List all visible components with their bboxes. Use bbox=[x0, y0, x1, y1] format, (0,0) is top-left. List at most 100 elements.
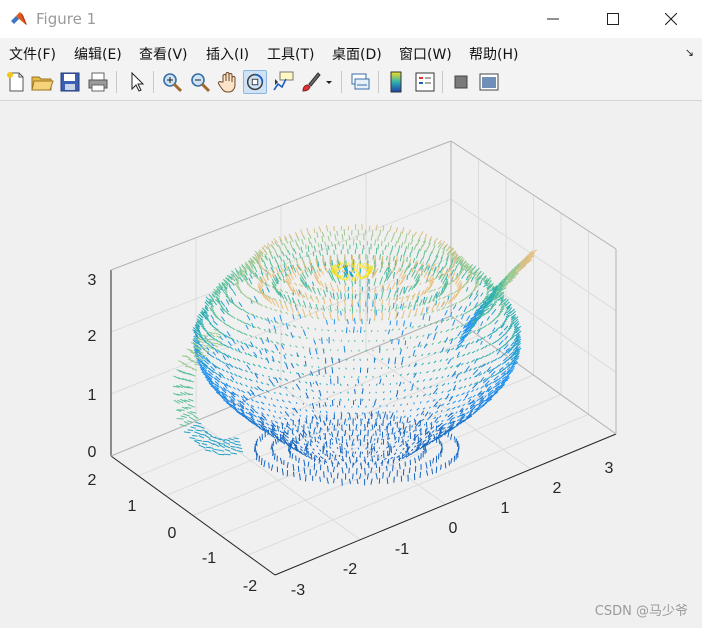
quiver-arrow bbox=[303, 355, 306, 359]
quiver-arrow bbox=[401, 302, 405, 311]
menu-insert[interactable]: 插入(I) bbox=[206, 44, 249, 64]
hide-plot-tools-icon[interactable] bbox=[449, 70, 473, 94]
menu-desktop[interactable]: 桌面(D) bbox=[332, 44, 382, 64]
quiver-arrow bbox=[399, 416, 402, 424]
quiver-arrow bbox=[417, 248, 420, 255]
quiver-arrow bbox=[297, 372, 301, 378]
quiver-arrow bbox=[431, 468, 434, 475]
quiver-arrow bbox=[475, 387, 479, 391]
quiver-arrow bbox=[234, 348, 238, 352]
save-icon[interactable] bbox=[58, 70, 82, 94]
quiver-arrow bbox=[199, 433, 207, 436]
menu-window[interactable]: 窗口(W) bbox=[399, 44, 452, 64]
legend-icon[interactable] bbox=[413, 70, 437, 94]
quiver-arrow bbox=[266, 383, 270, 386]
quiver-arrow bbox=[386, 404, 388, 407]
quiver-arrow bbox=[380, 291, 384, 300]
quiver-arrow bbox=[263, 328, 266, 332]
quiver-arrow bbox=[486, 376, 491, 380]
link-plot-icon[interactable] bbox=[348, 70, 372, 94]
quiver-arrow bbox=[329, 231, 332, 237]
quiver-arrow bbox=[322, 296, 326, 305]
quiver-arrow bbox=[223, 444, 231, 449]
zoom-out-icon[interactable] bbox=[188, 70, 212, 94]
menu-tools[interactable]: 工具(T) bbox=[267, 44, 314, 64]
print-icon[interactable] bbox=[86, 70, 110, 94]
pan-hand-icon[interactable] bbox=[216, 70, 240, 94]
quiver-arrow bbox=[337, 438, 340, 441]
quiver-arrow bbox=[247, 353, 253, 357]
dock-arrow-icon[interactable]: ↘ bbox=[685, 46, 694, 59]
quiver-arrow bbox=[397, 339, 400, 345]
quiver-arrow bbox=[287, 294, 292, 304]
open-file-icon[interactable] bbox=[30, 70, 54, 94]
quiver-arrow bbox=[450, 347, 455, 351]
quiver-arrow bbox=[336, 305, 339, 313]
menu-edit[interactable]: 编辑(E) bbox=[74, 44, 122, 64]
quiver-arrow bbox=[422, 379, 426, 382]
figure-toolbar bbox=[0, 66, 702, 101]
quiver-arrow bbox=[413, 243, 418, 251]
quiver-arrow bbox=[393, 272, 395, 279]
quiver-arrow bbox=[403, 415, 406, 419]
quiver-arrow bbox=[292, 471, 295, 478]
quiver-arrow bbox=[297, 465, 300, 472]
quiver-arrow bbox=[231, 270, 237, 276]
minimize-button[interactable] bbox=[530, 4, 576, 34]
quiver-arrow bbox=[279, 430, 283, 434]
quiver-arrow bbox=[409, 395, 413, 399]
quiver-arrow bbox=[284, 378, 289, 382]
show-plot-tools-icon[interactable] bbox=[477, 70, 501, 94]
quiver-arrow bbox=[380, 240, 383, 247]
quiver-arrow bbox=[263, 395, 267, 399]
quiver-arrow bbox=[437, 404, 441, 410]
brush-icon[interactable] bbox=[299, 70, 323, 94]
toolbar-separator bbox=[341, 71, 342, 93]
quiver-arrow bbox=[283, 417, 287, 421]
quiver-arrow bbox=[435, 392, 438, 395]
quiver-arrow bbox=[325, 410, 328, 414]
quiver-arrow bbox=[401, 436, 403, 439]
quiver-arrow bbox=[343, 285, 347, 293]
quiver-arrow bbox=[346, 383, 349, 387]
quiver-arrow bbox=[257, 326, 261, 330]
quiver-arrow bbox=[408, 309, 412, 317]
quiver-arrows bbox=[172, 223, 537, 486]
quiver-arrow bbox=[355, 423, 358, 430]
x-tick-label: 2 bbox=[553, 480, 562, 497]
quiver-arrow bbox=[430, 434, 433, 437]
quiver-arrow bbox=[389, 320, 392, 326]
zoom-in-icon[interactable] bbox=[160, 70, 184, 94]
quiver-arrow bbox=[348, 478, 351, 485]
figure-canvas[interactable]: 0 1 2 3 -2 -1 0 1 2 -3 -2 -1 0 1 2 3 bbox=[0, 101, 702, 628]
quiver-arrow bbox=[299, 409, 302, 411]
quiver-arrow bbox=[307, 284, 312, 293]
quiver-arrow bbox=[192, 435, 198, 437]
quiver-arrow bbox=[494, 372, 500, 376]
quiver-arrow bbox=[356, 263, 359, 268]
select-arrow-icon[interactable] bbox=[125, 70, 149, 94]
quiver-arrow bbox=[419, 371, 422, 374]
brush-dropdown-icon[interactable] bbox=[323, 70, 335, 94]
quiver-arrow bbox=[242, 321, 247, 325]
quiver-arrow bbox=[339, 445, 342, 453]
close-button[interactable] bbox=[648, 4, 694, 34]
quiver-arrow bbox=[217, 453, 225, 456]
quiver-arrow bbox=[319, 382, 322, 385]
menu-file[interactable]: 文件(F) bbox=[9, 44, 56, 64]
quiver-arrow bbox=[348, 435, 351, 441]
menu-view[interactable]: 查看(V) bbox=[139, 44, 188, 64]
quiver-arrow bbox=[399, 373, 403, 377]
maximize-button[interactable] bbox=[590, 4, 636, 34]
quiver-arrow bbox=[236, 446, 243, 450]
new-figure-icon[interactable] bbox=[4, 70, 28, 94]
quiver-arrow bbox=[292, 387, 295, 390]
rotate-3d-icon[interactable] bbox=[243, 70, 267, 94]
colorbar-icon[interactable] bbox=[385, 70, 409, 94]
quiver-arrow bbox=[424, 448, 426, 455]
data-cursor-icon[interactable] bbox=[271, 70, 295, 94]
quiver-arrow bbox=[471, 389, 475, 393]
menu-help[interactable]: 帮助(H) bbox=[469, 44, 518, 64]
quiver-arrow bbox=[320, 287, 322, 291]
teapot-quiver3-plot[interactable]: 0 1 2 3 -2 -1 0 1 2 -3 -2 -1 0 1 2 3 bbox=[0, 101, 702, 628]
